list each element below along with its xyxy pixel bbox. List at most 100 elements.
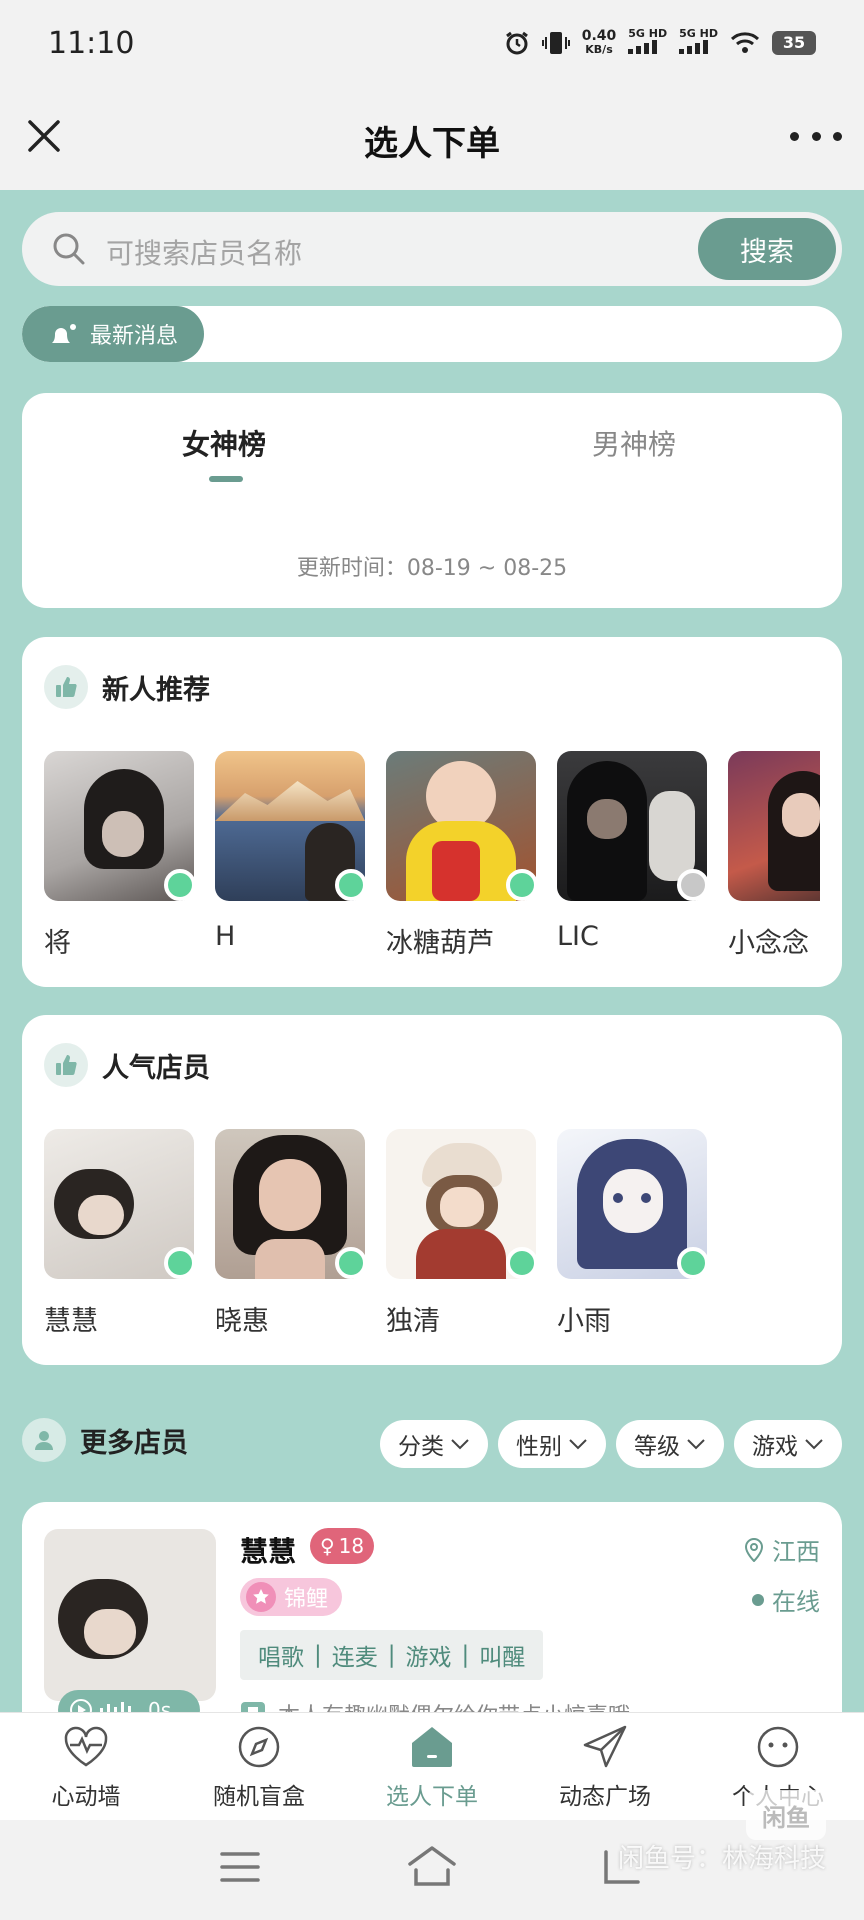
tab-moments[interactable]: 动态广场: [535, 1723, 675, 1811]
vibrate-icon: [541, 31, 570, 54]
search-bar: 可搜索店员名称 搜索: [22, 212, 842, 286]
filter-game[interactable]: 游戏: [734, 1420, 842, 1468]
signal-2: 5G HD: [679, 28, 718, 57]
online-status-dot: [164, 869, 196, 901]
section-header: 新人推荐: [44, 665, 210, 709]
paper-plane-icon: [583, 1725, 627, 1768]
notice-tag: 最新消息: [22, 306, 204, 362]
wifi-icon: [730, 31, 760, 53]
tab-god-rank[interactable]: 男神榜: [592, 423, 676, 463]
new-recommend-section: 新人推荐 将 H 冰糖葫芦 LIC 小念念: [22, 637, 842, 987]
star-icon: [246, 1582, 276, 1612]
member-card[interactable]: 0s 慧慧 ♀ 18 锦鲤 唱歌| 连麦| 游戏| 叫醒 本人有趣幽默偶尔给你带…: [22, 1502, 842, 1722]
tab-heart-wall[interactable]: 心动墙: [16, 1723, 156, 1811]
female-icon: ♀: [320, 1534, 335, 1558]
active-tab-indicator: [209, 476, 243, 482]
bottom-tab-bar: 心动墙 随机盲盒 选人下单 动态广场 个人中心: [0, 1712, 864, 1820]
popular-list: 慧慧 晓惠 独清 小雨: [44, 1129, 820, 1339]
person-card[interactable]: 将: [44, 751, 196, 959]
battery-indicator: 35: [772, 30, 816, 55]
filter-category[interactable]: 分类: [380, 1420, 488, 1468]
person-card[interactable]: H: [215, 751, 367, 952]
person-card[interactable]: 小雨: [557, 1129, 709, 1337]
status-bar: 11:10 0.40 KB/s 5G HD 5G HD 35: [0, 0, 864, 92]
person-name: 将: [44, 928, 71, 959]
offline-status-dot: [677, 869, 709, 901]
online-status-dot: [506, 869, 538, 901]
chevron-down-icon: [805, 1439, 823, 1450]
page-title: 选人下单: [364, 124, 500, 164]
person-name: 慧慧: [44, 1306, 98, 1337]
status-dot: [752, 1593, 764, 1606]
filter-gender[interactable]: 性别: [498, 1420, 606, 1468]
online-status-dot: [506, 1247, 538, 1279]
tab-goddess-rank[interactable]: 女神榜: [182, 423, 266, 463]
avatar: [728, 751, 820, 901]
system-home-icon[interactable]: [406, 1844, 458, 1888]
alarm-icon: [505, 31, 528, 54]
online-status-dot: [335, 869, 367, 901]
tab-select-order[interactable]: 选人下单: [362, 1723, 502, 1811]
thumbs-up-icon: [44, 1043, 88, 1087]
person-name: 晓惠: [215, 1306, 269, 1337]
menu-icon[interactable]: [220, 1850, 260, 1884]
person-name: 小念念: [728, 928, 809, 959]
filter-bar: 分类 性别 等级 游戏: [380, 1420, 842, 1468]
section-title: 新人推荐: [102, 674, 210, 706]
watermark-text: 闲鱼号：林海科技: [617, 1844, 826, 1874]
person-name: 独清: [386, 1306, 440, 1337]
search-icon: [53, 233, 85, 265]
more-options-icon[interactable]: [790, 116, 842, 156]
thumbs-up-icon: [44, 665, 88, 709]
section-title: 人气店员: [102, 1052, 210, 1084]
signal-1: 5G HD: [628, 28, 667, 57]
tag: 连麦: [331, 1645, 378, 1671]
chevron-down-icon: [687, 1439, 705, 1450]
person-card[interactable]: 晓惠: [215, 1129, 367, 1337]
notice-bar[interactable]: 最新消息: [22, 306, 842, 362]
ranking-card: 女神榜 男神榜 更新时间：08-19 ~ 08-25: [22, 393, 842, 608]
person-card[interactable]: 慧慧: [44, 1129, 196, 1337]
online-status-dot: [164, 1247, 196, 1279]
tag: 叫醒: [479, 1645, 526, 1671]
online-status-dot: [335, 1247, 367, 1279]
heart-pulse-icon: [64, 1726, 108, 1767]
user-icon: [22, 1418, 66, 1462]
section-header: 人气店员: [44, 1043, 210, 1087]
more-staff-header: 更多店员: [22, 1418, 188, 1462]
nav-bar: 选人下单: [0, 92, 864, 190]
tag: 游戏: [405, 1645, 452, 1671]
watermark-logo: 闲鱼: [746, 1790, 826, 1840]
tag: 唱歌: [258, 1645, 304, 1671]
filter-level[interactable]: 等级: [616, 1420, 724, 1468]
person-name: H: [215, 921, 236, 952]
new-recommend-list: 将 H 冰糖葫芦 LIC 小念念: [44, 751, 820, 961]
skill-tags: 唱歌 | 连麦 | 游戏 | 叫醒: [240, 1630, 544, 1680]
online-status-dot: [677, 1247, 709, 1279]
compass-icon: [238, 1726, 280, 1768]
member-avatar: [44, 1529, 216, 1701]
status-icons: 0.40 KB/s 5G HD 5G HD 35: [504, 28, 816, 57]
person-card[interactable]: 小念念: [728, 751, 820, 959]
status-time: 11:10: [48, 26, 135, 61]
chevron-down-icon: [451, 1439, 469, 1450]
member-location: 江西: [744, 1532, 820, 1567]
popular-section: 人气店员 慧慧 晓惠 独清 小雨: [22, 1015, 842, 1365]
person-name: 小雨: [557, 1306, 611, 1337]
gender-age-badge: ♀ 18: [310, 1528, 375, 1564]
tab-blind-box[interactable]: 随机盲盒: [189, 1723, 329, 1811]
person-card[interactable]: 独清: [386, 1129, 538, 1337]
chevron-down-icon: [569, 1439, 587, 1450]
location-pin-icon: [744, 1537, 764, 1562]
smile-icon: [757, 1726, 799, 1768]
network-speed: 0.40 KB/s: [581, 27, 617, 56]
person-card[interactable]: LIC: [557, 751, 709, 952]
home-icon: [412, 1727, 452, 1767]
search-button[interactable]: 搜索: [698, 218, 836, 280]
member-online-status: 在线: [752, 1582, 820, 1617]
person-card[interactable]: 冰糖葫芦: [386, 751, 538, 959]
person-name: 冰糖葫芦: [386, 928, 494, 959]
level-badge: 锦鲤: [240, 1578, 343, 1616]
member-name: 慧慧: [240, 1535, 297, 1568]
search-input[interactable]: 可搜索店员名称: [106, 232, 302, 272]
